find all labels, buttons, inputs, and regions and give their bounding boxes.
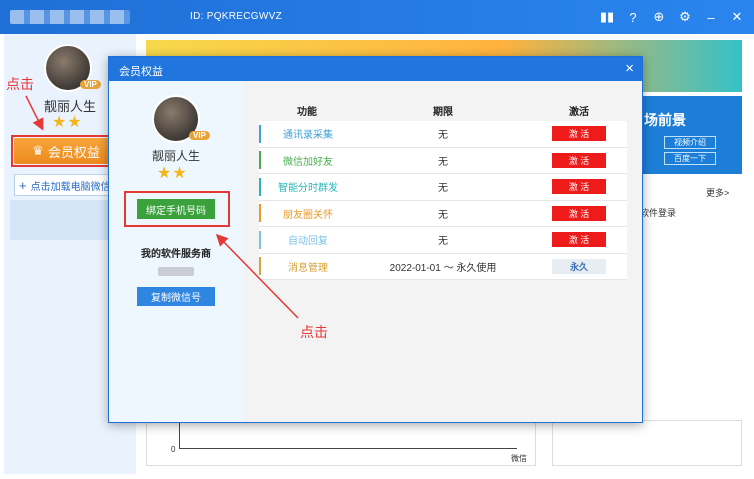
feature-term: 无 — [438, 130, 448, 142]
chart-axis — [179, 421, 517, 449]
copy-wechat-button[interactable]: 复制微信号 — [137, 287, 215, 306]
dialog-title: 会员权益 — [119, 66, 163, 78]
help-icon[interactable]: ? — [624, 8, 642, 26]
chart-x-label: 微信 — [511, 454, 527, 463]
level-stars: ★★ — [52, 114, 83, 131]
member-benefits-dialog: 会员权益 × VIP 靓丽人生 ★★ 绑定手机号码 我的软件服务商 复制微信号 … — [108, 56, 643, 423]
close-icon[interactable]: ✕ — [728, 8, 746, 26]
side-panel-bottom — [552, 420, 742, 466]
minimize-icon[interactable]: – — [702, 8, 720, 26]
feature-term: 2022-01-01 ～ 永久使用 — [389, 262, 497, 274]
plus-icon: + — [19, 177, 27, 193]
feature-name: 消息管理 — [259, 257, 355, 276]
table-row: 朋友圈关怀 无 激 活 — [259, 200, 627, 227]
promo-card: 场前景 视频介绍 百度一下 — [640, 96, 742, 174]
user-name: 靓丽人生 — [151, 149, 200, 163]
vip-badge: VIP — [189, 131, 210, 140]
stats-chart: 0 微信 — [146, 420, 536, 466]
activate-button[interactable]: 激 活 — [552, 152, 606, 168]
features-panel: 功能 期限 激活 通讯录采集 无 激 活 微信加好友 无 激 活 智能分时群发 … — [243, 81, 642, 422]
header-feature: 功能 — [297, 106, 317, 118]
video-intro-button[interactable]: 视频介绍 — [664, 136, 716, 149]
feature-name: 智能分时群发 — [259, 177, 355, 196]
feature-name: 通讯录采集 — [259, 124, 355, 143]
service-provider-blurred — [158, 267, 194, 276]
service-provider-title: 我的软件服务商 — [141, 249, 211, 260]
table-row: 智能分时群发 无 激 活 — [259, 174, 627, 201]
close-icon[interactable]: × — [625, 60, 634, 77]
account-id: ID: PQKRECGWVZ — [190, 11, 282, 22]
baidu-button[interactable]: 百度一下 — [664, 152, 716, 165]
gift-icon[interactable]: ▮▮ — [598, 8, 616, 26]
feature-term: 无 — [438, 183, 448, 195]
highlight-box — [11, 135, 121, 167]
dialog-profile-panel: VIP 靓丽人生 ★★ 绑定手机号码 我的软件服务商 复制微信号 — [109, 81, 243, 422]
table-row: 通讯录采集 无 激 活 — [259, 121, 627, 148]
level-stars: ★★ — [157, 165, 188, 182]
list-item: 软件登录 — [640, 208, 677, 218]
vip-badge: VIP — [80, 80, 101, 89]
activate-button[interactable]: 激 活 — [552, 126, 606, 142]
header-activate: 激活 — [569, 106, 589, 118]
app-name-blurred — [10, 10, 130, 24]
table-row: 自动回复 无 激 活 — [259, 227, 627, 254]
activate-button[interactable]: 激 活 — [552, 205, 606, 221]
dialog-header: 会员权益 × — [109, 57, 642, 81]
feature-term: 无 — [438, 156, 448, 168]
upload-icon[interactable]: ⊕ — [650, 8, 668, 26]
click-annotation: 点击 — [6, 76, 34, 92]
chart-zero-label: 0 — [171, 445, 176, 454]
table-row: 消息管理 2022-01-01 ～ 永久使用 永久 — [259, 253, 627, 280]
highlight-box — [124, 191, 230, 227]
feature-name: 自动回复 — [259, 230, 355, 249]
settings-icon[interactable]: ⚙ — [676, 8, 694, 26]
click-annotation: 点击 — [300, 324, 328, 340]
feature-term: 无 — [438, 209, 448, 221]
table-row: 微信加好友 无 激 活 — [259, 147, 627, 174]
activate-button[interactable]: 激 活 — [552, 179, 606, 195]
feature-term: 无 — [438, 236, 448, 248]
activate-button[interactable]: 激 活 — [552, 232, 606, 248]
header-term: 期限 — [433, 106, 453, 118]
more-link[interactable]: 更多> — [706, 186, 729, 199]
permanent-badge: 永久 — [552, 258, 606, 274]
table-header: 功能 期限 激活 — [259, 99, 627, 121]
feature-name: 朋友圈关怀 — [259, 204, 355, 223]
features-table: 功能 期限 激活 通讯录采集 无 激 活 微信加好友 无 激 活 智能分时群发 … — [259, 99, 627, 280]
load-wechat-link[interactable]: + 点击加载电脑微信 — [14, 174, 118, 196]
feature-name: 微信加好友 — [259, 151, 355, 170]
title-bar: ID: PQKRECGWVZ ▮▮ ? ⊕ ⚙ – ✕ — [0, 0, 754, 34]
